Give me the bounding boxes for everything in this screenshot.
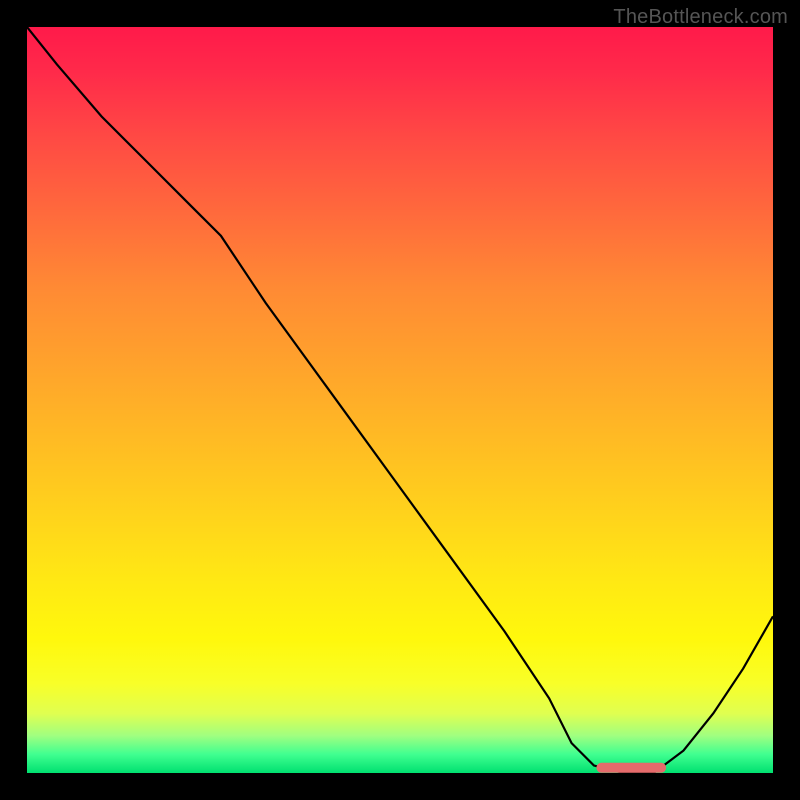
plot-area: [27, 27, 773, 773]
watermark-text: TheBottleneck.com: [613, 6, 788, 29]
chart-svg: [27, 27, 773, 773]
bottleneck-curve: [27, 27, 773, 773]
chart-container: TheBottleneck.com: [0, 0, 800, 800]
